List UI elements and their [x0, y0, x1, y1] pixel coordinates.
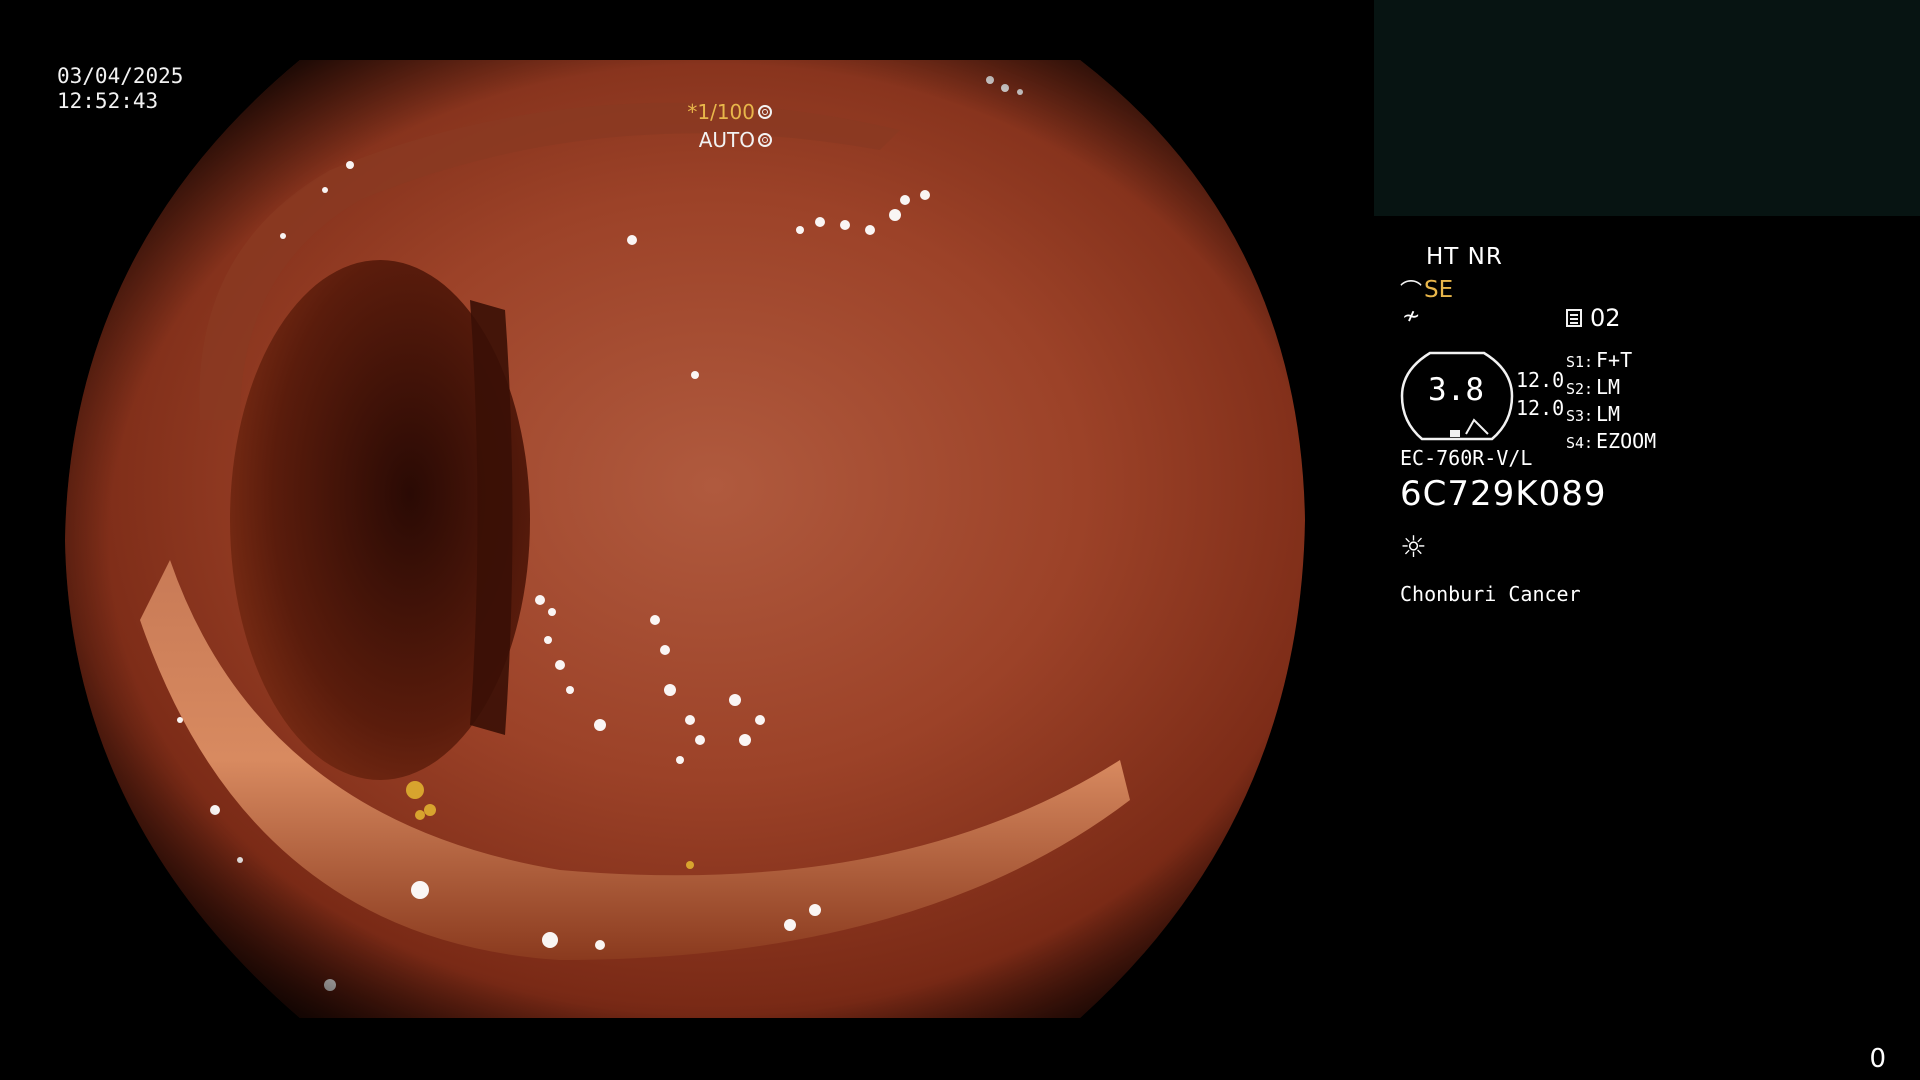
switch-row-s4: S4: EZOOM [1566, 429, 1656, 456]
time-text: 12:52:43 [57, 89, 159, 113]
institution-name: Chonburi Cancer [1400, 582, 1581, 606]
aperture-icon [758, 105, 772, 119]
scope-serial-number: 6C729K089 [1400, 474, 1607, 514]
memory-count: 02 [1590, 304, 1621, 332]
scope-switch-list: S1: F+T S2: LM S3: LM S4: EZOOM [1566, 348, 1656, 456]
shutter-row: *1/100 [687, 98, 772, 126]
date-time-stamp: 03/04/2025 12:52:43 [57, 64, 183, 114]
light-source-icon: ☼ [1400, 530, 1427, 565]
structure-enhancement-row: ⌒ SE [1400, 274, 1453, 306]
memory-count-row: 02 [1566, 304, 1621, 332]
switch-value: LM [1596, 402, 1621, 426]
zoom-side-bottom: 12.0 [1516, 396, 1565, 420]
switch-row-s1: S1: F+T [1566, 348, 1656, 375]
colon-lumen-image [65, 60, 1305, 1018]
switch-value: F+T [1596, 348, 1633, 372]
frame-counter: 0 [1869, 1044, 1886, 1074]
switch-value: LM [1596, 375, 1621, 399]
endoscopic-image: 03/04/2025 12:52:43 *1/100 AUTO [0, 0, 1372, 1080]
memory-icon [1566, 309, 1582, 327]
switch-label: S3: [1566, 407, 1594, 425]
exposure-mode: AUTO [698, 128, 755, 152]
switch-label: S2: [1566, 380, 1594, 398]
zoom-value: 3.8 [1428, 372, 1484, 408]
shutter-speed: *1/100 [687, 100, 755, 124]
enhancement-icon: ⌒ [1400, 280, 1423, 305]
switch-row-s2: S2: LM [1566, 375, 1656, 402]
noise-filter-icon: ≁ [1402, 304, 1421, 329]
scope-model: EC-760R-V/L [1400, 446, 1533, 470]
zoom-side-values: 12.0 12.0 [1516, 366, 1564, 422]
switch-value: EZOOM [1596, 429, 1657, 453]
processing-mode-label: HT NR [1426, 244, 1503, 270]
thumbnail-area [1374, 0, 1920, 216]
iris-icon [758, 133, 772, 147]
endoscopy-screen: 03/04/2025 12:52:43 *1/100 AUTO HT NR ⌒ … [0, 0, 1920, 1080]
switch-row-s3: S3: LM [1566, 402, 1656, 429]
mode-row: AUTO [687, 126, 772, 154]
switch-label: S1: [1566, 353, 1594, 371]
zoom-gauge: 3.8 [1400, 350, 1514, 442]
switch-label: S4: [1566, 434, 1594, 452]
enhancement-label: SE [1424, 277, 1454, 303]
date-text: 03/04/2025 [57, 64, 184, 88]
zoom-side-top: 12.0 [1516, 368, 1565, 392]
exposure-info: *1/100 AUTO [687, 98, 772, 154]
